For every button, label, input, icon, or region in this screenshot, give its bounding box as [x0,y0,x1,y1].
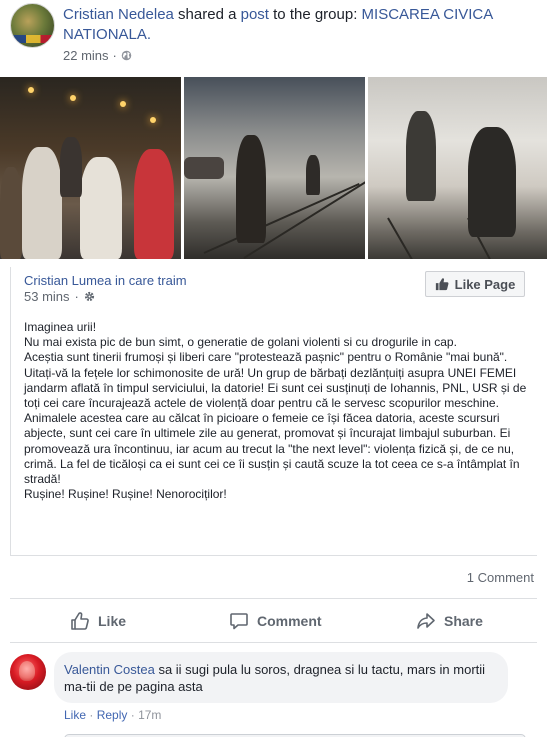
photo-crowd[interactable] [0,77,181,259]
post-paragraph: Imaginea urii! [24,320,97,334]
person-figure [60,137,82,197]
comment-label: Comment [257,613,322,629]
shared-text: shared a [173,6,241,23]
like-label: Like [98,613,127,629]
post-link[interactable]: post [241,6,269,23]
comment-count-link[interactable]: 1 Comment [467,570,534,585]
photo-tear-gas-protesters[interactable] [368,77,547,259]
comment-actions: Like · Reply · 17m [64,708,161,722]
comment-reply-link[interactable]: Reply [97,708,128,722]
divider [10,598,537,599]
post-header: Cristian Nedelea shared a post to the gr… [0,0,547,76]
like-page-button[interactable]: Like Page [425,271,525,297]
flag-graphic [11,35,54,43]
post-header-text: Cristian Nedelea shared a post to the gr… [63,5,538,45]
street-light [28,87,34,93]
shared-post-meta: 53 mins · [24,289,95,304]
comment-time[interactable]: 17m [138,708,161,722]
thumbs-up-icon [71,612,89,630]
person-figure [235,135,266,243]
separator-dot: · [130,708,135,722]
post-meta: 22 mins · [63,48,132,63]
post-actions: Like Comment Share [0,603,547,639]
meta-dot: · [74,289,79,304]
person-figure [305,155,320,195]
car-shape [183,157,224,179]
commenter-name[interactable]: Valentin Costea [64,662,155,677]
post-paragraph: Rușine! Rușine! Rușine! Nenorociților! [24,487,227,502]
comment-like-link[interactable]: Like [64,708,86,722]
shared-post-text: Imaginea urii! Nu mai exista pic de bun … [24,320,534,502]
post-time[interactable]: 22 mins [63,48,109,63]
like-page-label: Like Page [454,276,516,292]
tram-rail [203,182,360,254]
post-paragraph: Nu mai exista pic de bun simt, o generat… [24,335,457,350]
share-label: Share [444,613,483,629]
street-light [70,95,76,101]
person-figure [80,157,122,259]
person-figure [22,147,62,259]
post-paragraph: Animalele acestea care au călcat în pici… [24,411,520,487]
comment-bubble-icon [230,613,248,630]
shared-post: Cristian Lumea in care traim 53 mins · L… [10,267,537,555]
share-arrow-icon [417,613,435,629]
gear-icon [84,291,94,302]
person-figure [406,111,437,201]
comment-button[interactable]: Comment [229,603,322,639]
to-group-text: to the group: [268,6,362,23]
person-figure [134,149,174,259]
street-light [150,117,156,123]
shared-post-time[interactable]: 53 mins [24,289,70,304]
group-avatar[interactable] [10,3,55,48]
comment-bubble: Valentin Costea sa ii sugi pula lu soros… [54,652,508,703]
shared-page-name[interactable]: Cristian Lumea in care traim [24,273,187,288]
tram-rail [387,217,435,259]
meta-dot: · [112,48,117,63]
photo-tear-gas-street[interactable] [183,77,366,259]
photo-collage [0,77,547,259]
like-button[interactable]: Like [70,603,126,639]
share-button[interactable]: Share [416,603,483,639]
post-paragraph: Aceștia sunt tinerii frumoși și liberi c… [24,350,527,411]
globe-icon [121,50,132,61]
commenter-avatar[interactable] [10,654,46,690]
thumbs-up-icon [435,278,449,291]
person-figure [468,127,517,237]
divider [10,642,537,643]
person-figure [0,167,22,259]
author-link[interactable]: Cristian Nedelea [63,6,174,23]
separator-dot: · [89,708,94,722]
divider [10,555,537,556]
street-light [120,101,126,107]
